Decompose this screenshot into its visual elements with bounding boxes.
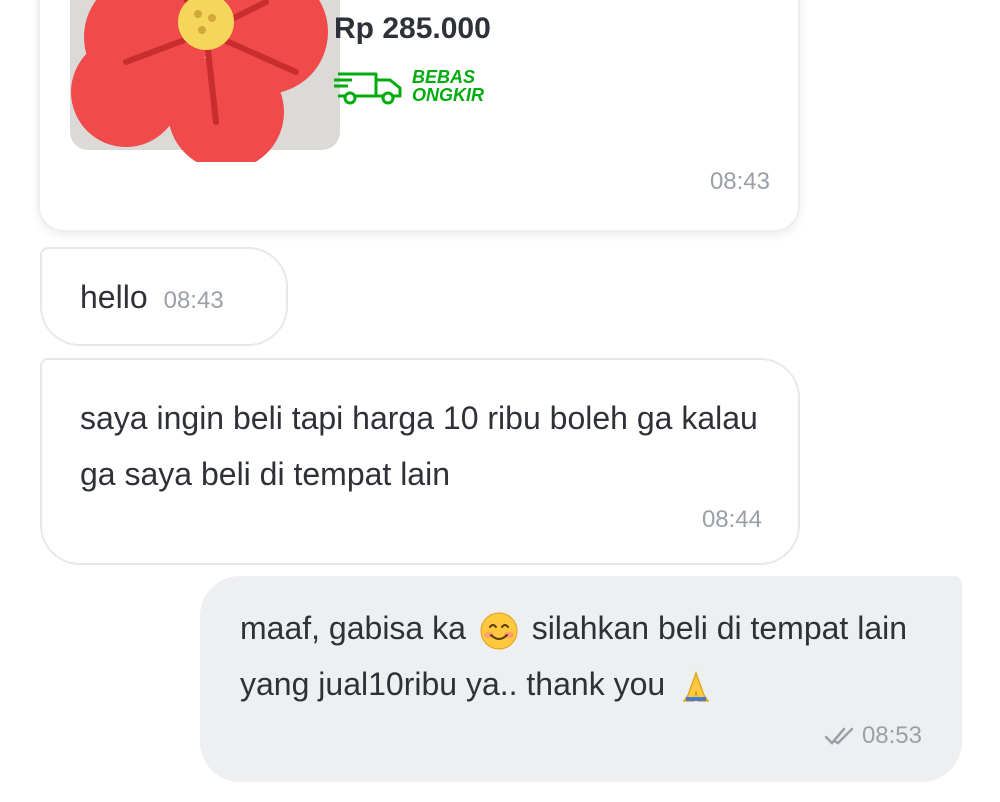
free-shipping-line-1: BEBAS <box>412 67 476 87</box>
message-text-part-1: maaf, gabisa ka <box>240 610 466 646</box>
chat-thread: Rp 285.000 BEBAS ONGKIR 08:43 hello 08:43 <box>0 0 1000 802</box>
product-price: Rp 285.000 <box>334 12 491 45</box>
product-image[interactable] <box>70 0 340 162</box>
message-bubble-outgoing[interactable]: maaf, gabisa ka silahkan beli di tempat … <box>200 576 962 782</box>
message-bubble-incoming[interactable]: hello 08:43 <box>40 247 288 346</box>
message-time: 08:43 <box>163 287 224 314</box>
folded-hands-emoji-icon <box>682 670 710 702</box>
message-text: hello <box>80 279 148 315</box>
free-shipping-badge: BEBAS ONGKIR <box>334 64 484 108</box>
message-meta: 08:53 <box>824 722 922 750</box>
read-double-check-icon <box>824 727 854 745</box>
message-text: maaf, gabisa ka silahkan beli di tempat … <box>240 600 920 712</box>
message-time: 08:44 <box>701 506 762 533</box>
message-bubble-incoming[interactable]: saya ingin beli tapi harga 10 ribu boleh… <box>40 358 800 565</box>
free-shipping-line-2: ONGKIR <box>412 85 484 105</box>
hibiscus-flower-icon <box>71 0 328 162</box>
product-card-time: 08:43 <box>709 168 770 195</box>
message-time: 08:53 <box>861 722 922 749</box>
delivery-truck-icon <box>334 72 402 105</box>
message-text: saya ingin beli tapi harga 10 ribu boleh… <box>80 400 758 492</box>
smiling-face-emoji-icon <box>480 612 518 650</box>
free-shipping-label: BEBAS ONGKIR <box>412 68 484 104</box>
product-card[interactable]: Rp 285.000 BEBAS ONGKIR 08:43 <box>38 0 800 232</box>
